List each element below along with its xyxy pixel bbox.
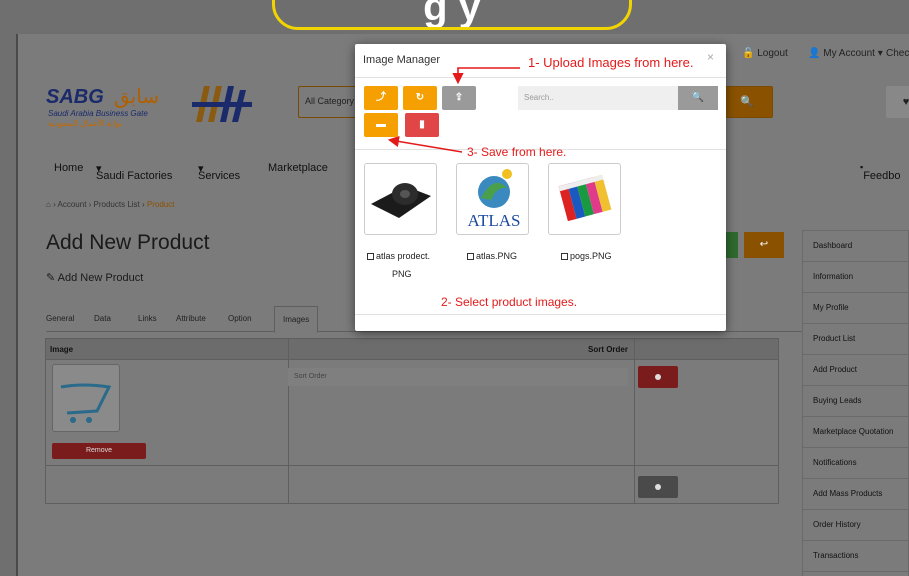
annotation-select: 2- Select product images. — [441, 295, 578, 309]
annotation-upload: 1- Upload Images from here. — [528, 55, 694, 70]
arrow-upload — [452, 67, 520, 85]
annotation-arrows — [387, 67, 520, 153]
annotation-save: 3- Save from here. — [467, 145, 567, 159]
arrow-save — [387, 135, 463, 153]
